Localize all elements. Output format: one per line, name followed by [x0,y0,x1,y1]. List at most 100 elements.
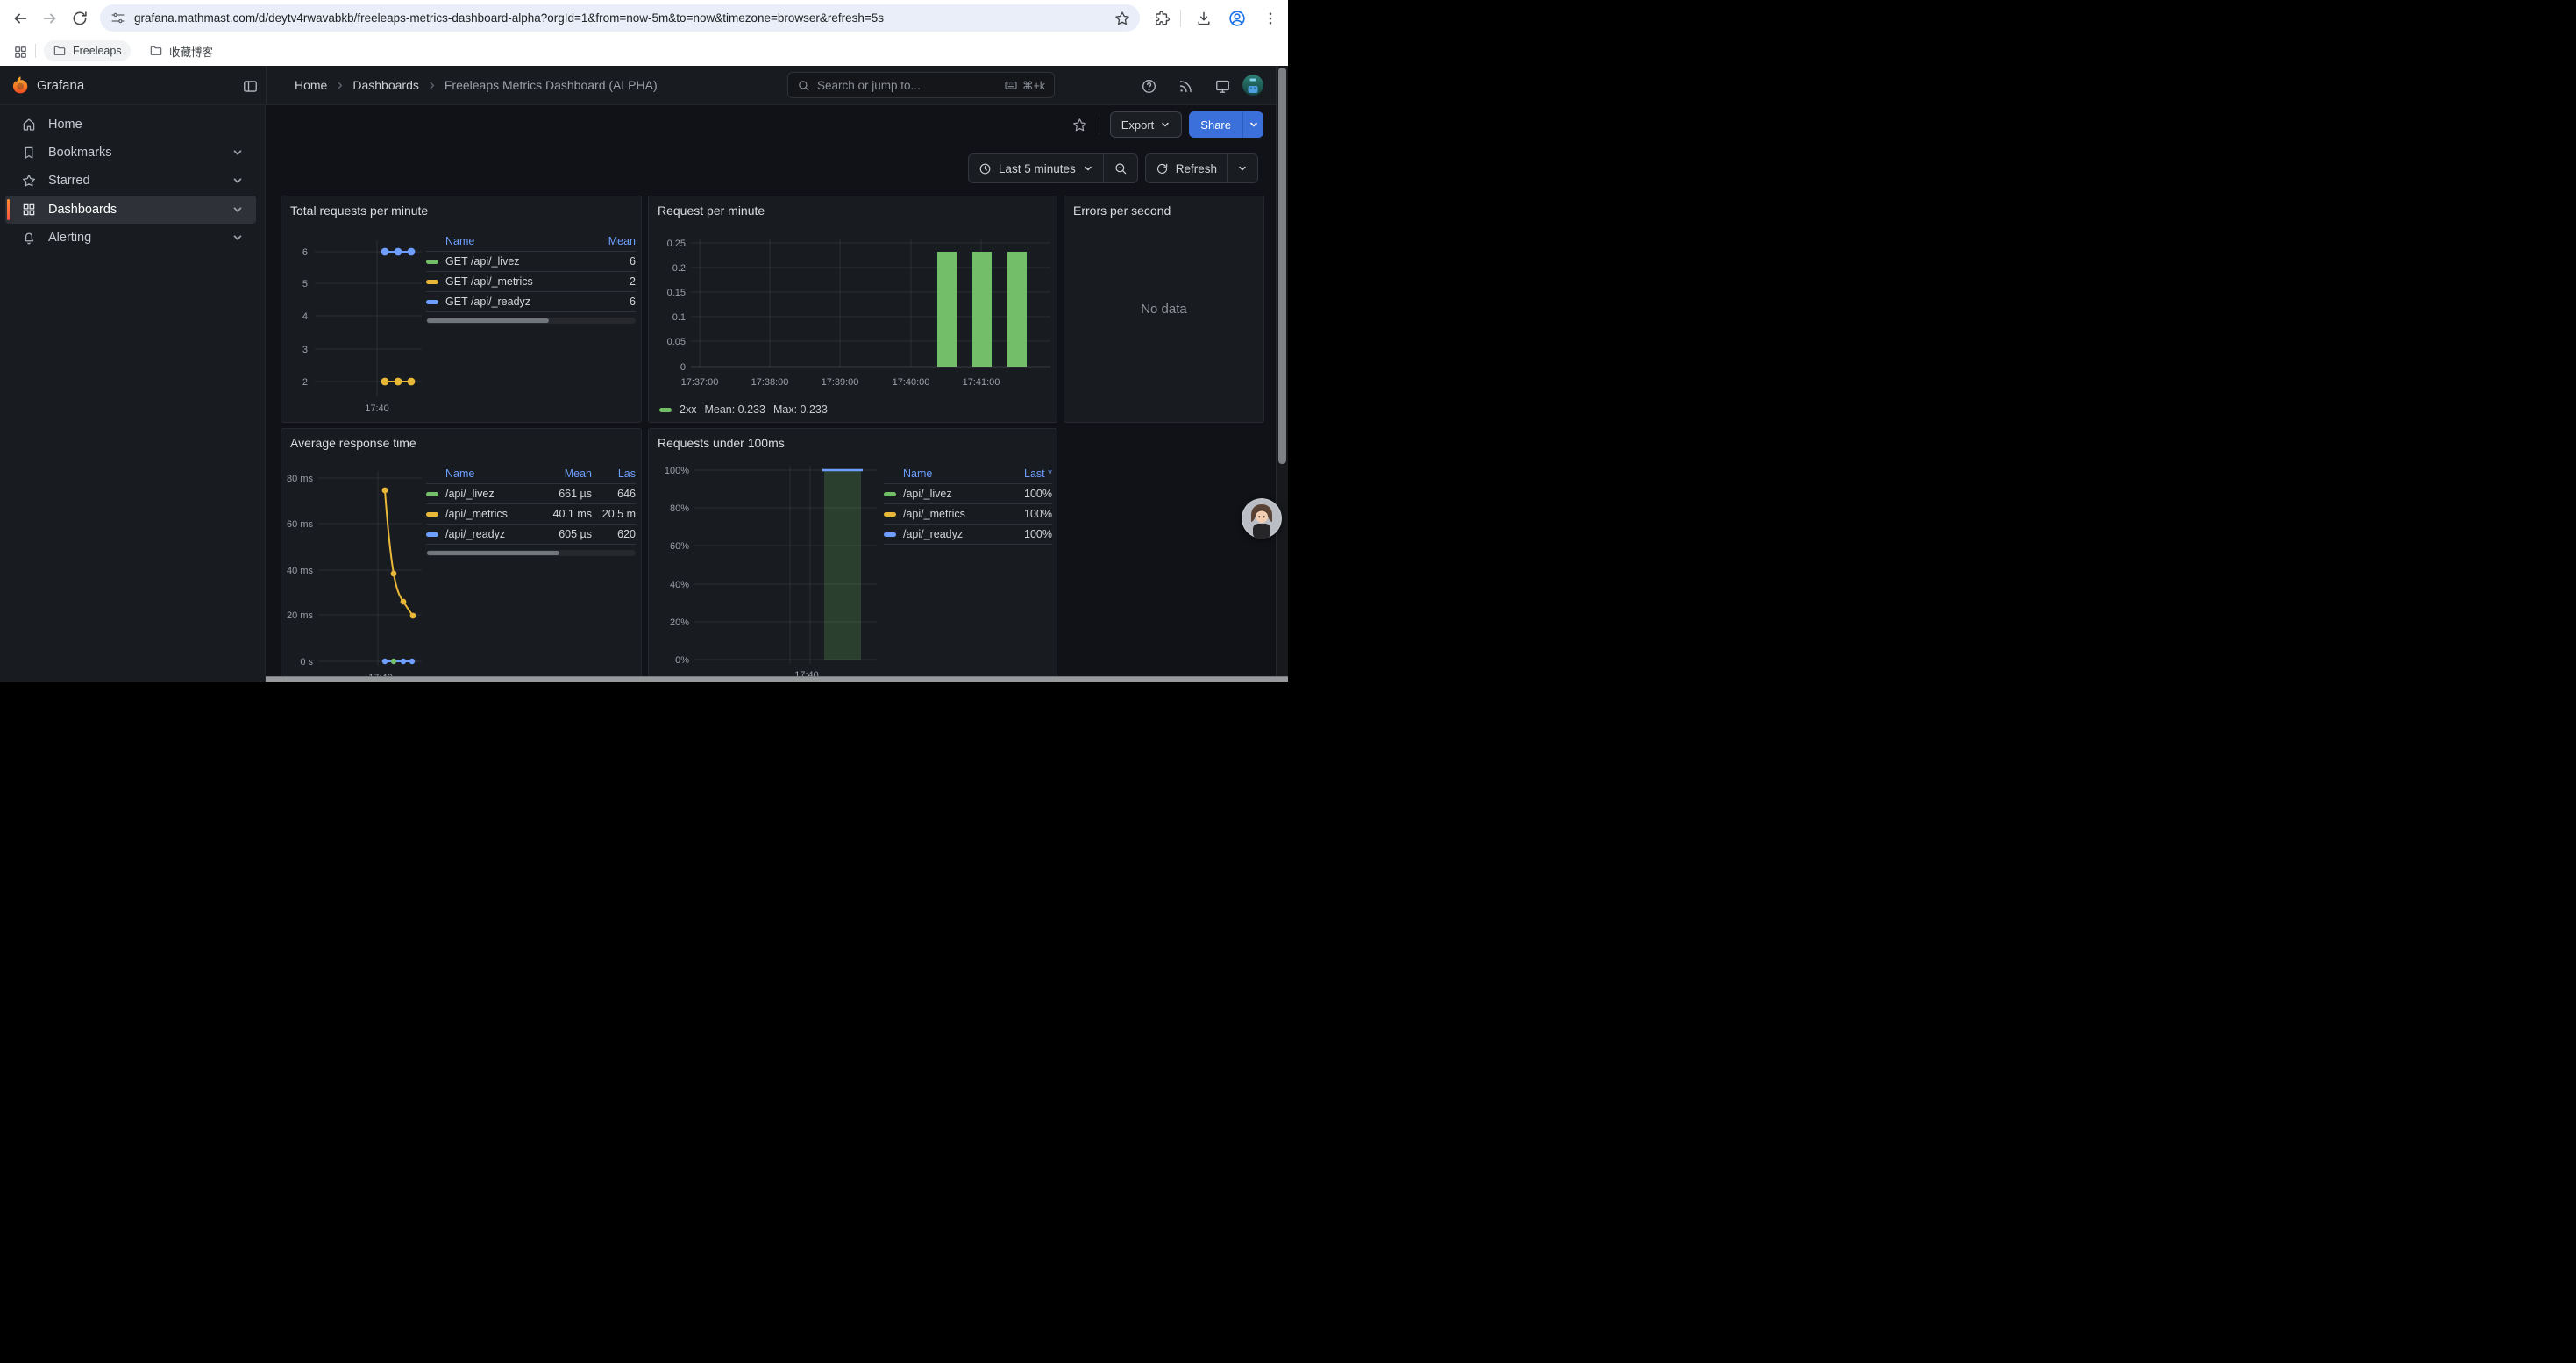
series-name[interactable]: /api/_livez [903,488,996,500]
download-icon [1195,10,1213,27]
chevron-down-icon[interactable] [231,175,244,190]
share-menu-button[interactable] [1242,111,1263,138]
time-range-picker[interactable]: Last 5 minutes [969,154,1103,182]
sidebar-item-home[interactable]: Home [5,111,256,139]
legend-max: Max: 0.233 [773,403,828,416]
user-avatar[interactable] [1242,75,1263,96]
panel-title[interactable]: Requests under 100ms [658,436,785,450]
puzzle-icon [1153,10,1171,27]
bookmark-folder-label: Freeleaps [73,45,122,57]
legend-table: Name Last * /api/_livez 100% /api/_metri… [884,464,1052,545]
panel-title[interactable]: Total requests per minute [290,203,428,218]
series-name[interactable]: /api/_metrics [445,508,537,520]
col-mean[interactable]: Mean [583,235,636,247]
sidebar-item-bookmarks[interactable]: Bookmarks [5,139,256,167]
series-name[interactable]: GET /api/_livez [445,255,583,268]
refresh-button[interactable]: Refresh [1146,154,1227,182]
sidebar-item-dashboards[interactable]: Dashboards [5,196,256,224]
col-mean[interactable]: Mean [537,467,592,480]
panel-title[interactable]: Request per minute [658,203,765,218]
svg-text:17:38:00: 17:38:00 [751,377,789,388]
browser-forward-button[interactable] [39,7,61,30]
address-bar[interactable]: grafana.mathmast.com/d/deytv4rwavabkb/fr… [100,4,1140,32]
extensions-button[interactable] [1150,7,1173,30]
chevron-down-icon[interactable] [231,203,244,219]
series-name[interactable]: GET /api/_readyz [445,296,583,308]
series-name[interactable]: /api/_readyz [445,528,537,540]
panel-title[interactable]: Errors per second [1073,203,1171,218]
news-button[interactable] [1176,76,1195,96]
col-last[interactable]: Las [592,467,636,480]
table-scrollbar[interactable] [426,550,636,556]
chevron-down-icon[interactable] [231,232,244,247]
bookmark-folder-blogs[interactable]: 收藏博客 [140,40,222,61]
series-name[interactable]: GET /api/_metrics [445,275,583,288]
site-settings-icon[interactable] [110,11,125,25]
search-box[interactable]: ⌘+k [787,72,1055,98]
table-scrollbar[interactable] [426,318,636,324]
sidebar-item-alerting[interactable]: Alerting [5,224,256,252]
vertical-scrollbar-thumb[interactable] [1278,68,1286,464]
svg-text:20 ms: 20 ms [287,610,313,621]
svg-text:80%: 80% [670,503,689,514]
chevron-down-icon[interactable] [231,146,244,162]
browser-menu-button[interactable] [1259,7,1282,30]
star-icon [1071,117,1088,133]
tv-mode-button[interactable] [1213,76,1232,96]
panel-avg-response-time: Average response time 80 ms 60 ms 40 ms … [281,428,642,682]
series-name[interactable]: /api/_readyz [903,528,996,540]
rss-icon [1178,78,1194,95]
apps-button[interactable] [9,40,32,63]
legend-series-name[interactable]: 2xx [680,403,696,416]
keyboard-icon [1004,78,1018,92]
col-name[interactable]: Name [903,467,996,480]
sidebar-item-starred[interactable]: Starred [5,167,256,195]
bookmark-folder-freeleaps[interactable]: Freeleaps [44,40,131,61]
series-color-pill [426,300,438,304]
panel-title[interactable]: Average response time [290,436,416,450]
col-name[interactable]: Name [445,467,537,480]
time-range-label: Last 5 minutes [999,162,1076,175]
sidebar-toggle-icon [242,78,259,95]
browser-reload-button[interactable] [68,7,91,30]
chevron-right-icon [427,81,437,90]
vertical-scrollbar-track[interactable] [1276,66,1288,682]
refresh-interval-button[interactable] [1227,154,1257,182]
toolbar-separator [1180,10,1181,27]
series-mean: 6 [583,255,636,268]
svg-text:0.1: 0.1 [672,312,686,323]
svg-text:0.15: 0.15 [667,288,686,298]
browser-back-button[interactable] [9,7,32,30]
series-mean: 661 µs [537,488,592,500]
assistant-avatar-widget[interactable] [1242,498,1282,539]
series-color-pill [884,532,896,537]
browser-profile-button[interactable] [1226,7,1249,30]
table-row: /api/_metrics 100% [884,503,1052,524]
breadcrumb-dashboards[interactable]: Dashboards [352,78,419,92]
favorite-dashboard-button[interactable] [1071,117,1088,133]
table-row: GET /api/_readyz 6 [426,291,636,311]
horizontal-scrollbar[interactable] [266,676,1288,682]
chevron-down-icon [1237,163,1248,174]
url-text[interactable]: grafana.mathmast.com/d/deytv4rwavabkb/fr… [134,11,1114,25]
svg-text:6: 6 [302,247,308,258]
zoom-out-time-button[interactable] [1103,154,1137,182]
series-name[interactable]: /api/_metrics [903,508,996,520]
export-button[interactable]: Export [1110,111,1183,138]
col-name[interactable]: Name [445,235,583,247]
svg-text:3: 3 [302,345,308,355]
grafana-logo[interactable] [11,75,30,95]
series-readyz-line [382,249,415,255]
bookmark-icon [21,145,37,161]
downloads-button[interactable] [1192,7,1215,30]
breadcrumb-home[interactable]: Home [295,78,327,92]
svg-text:20%: 20% [670,617,689,628]
col-last[interactable]: Last * [996,467,1052,480]
help-button[interactable] [1139,76,1158,96]
mega-menu-toggle[interactable] [240,76,260,96]
search-input[interactable] [817,79,997,92]
share-button[interactable]: Share [1189,111,1242,138]
series-name[interactable]: /api/_livez [445,488,537,500]
bookmark-star-icon[interactable] [1114,10,1131,27]
table-row: /api/_livez 100% [884,483,1052,503]
